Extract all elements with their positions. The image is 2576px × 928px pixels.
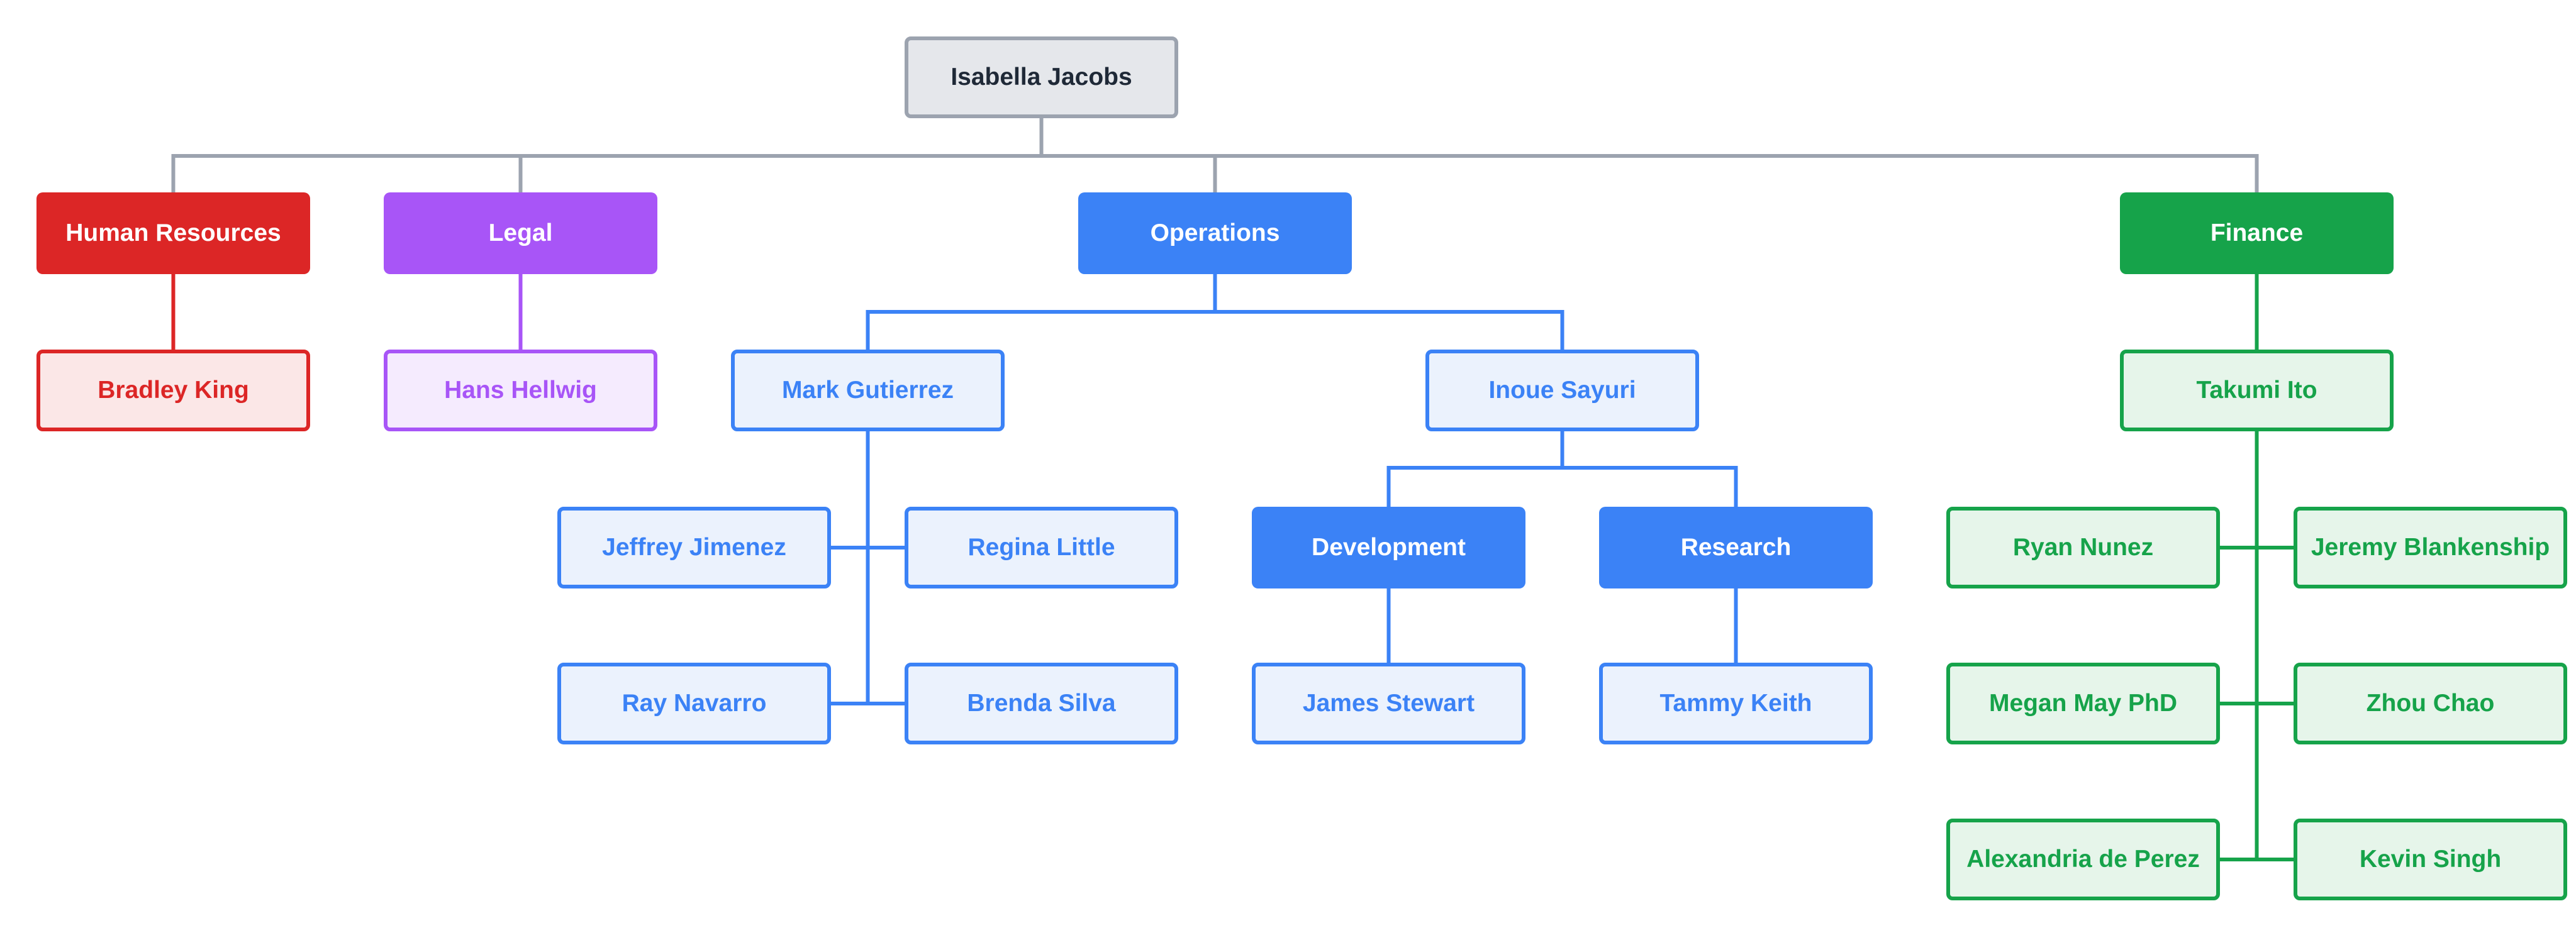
- node-person-megan-may-phd[interactable]: Megan May PhD: [1946, 663, 2220, 744]
- node-person-ryan-nunez[interactable]: Ryan Nunez: [1946, 507, 2220, 588]
- node-department-human-resources[interactable]: Human Resources: [36, 192, 310, 274]
- node-person-kevin-singh[interactable]: Kevin Singh: [2294, 819, 2567, 900]
- node-person-zhou-chao[interactable]: Zhou Chao: [2294, 663, 2567, 744]
- node-team-development[interactable]: Development: [1252, 507, 1525, 588]
- node-person-inoue-sayuri[interactable]: Inoue Sayuri: [1425, 350, 1699, 431]
- node-person-regina-little[interactable]: Regina Little: [905, 507, 1178, 588]
- node-person-takumi-ito[interactable]: Takumi Ito: [2120, 350, 2394, 431]
- node-department-legal[interactable]: Legal: [384, 192, 657, 274]
- node-team-research[interactable]: Research: [1599, 507, 1873, 588]
- node-person-hans-hellwig[interactable]: Hans Hellwig: [384, 350, 657, 431]
- connector-layer: [171, 116, 2295, 861]
- node-person-ray-navarro[interactable]: Ray Navarro: [557, 663, 831, 744]
- node-root-isabella-jacobs[interactable]: Isabella Jacobs: [905, 36, 1178, 118]
- node-person-jeremy-blankenship[interactable]: Jeremy Blankenship: [2294, 507, 2567, 588]
- node-person-alexandria-de-perez[interactable]: Alexandria de Perez: [1946, 819, 2220, 900]
- node-department-finance[interactable]: Finance: [2120, 192, 2394, 274]
- node-person-mark-gutierrez[interactable]: Mark Gutierrez: [731, 350, 1005, 431]
- node-department-operations[interactable]: Operations: [1078, 192, 1352, 274]
- node-person-jeffrey-jimenez[interactable]: Jeffrey Jimenez: [557, 507, 831, 588]
- node-person-bradley-king[interactable]: Bradley King: [36, 350, 310, 431]
- org-chart: Isabella Jacobs Human Resources Bradley …: [0, 0, 2576, 928]
- node-person-brenda-silva[interactable]: Brenda Silva: [905, 663, 1178, 744]
- node-person-tammy-keith[interactable]: Tammy Keith: [1599, 663, 1873, 744]
- node-person-james-stewart[interactable]: James Stewart: [1252, 663, 1525, 744]
